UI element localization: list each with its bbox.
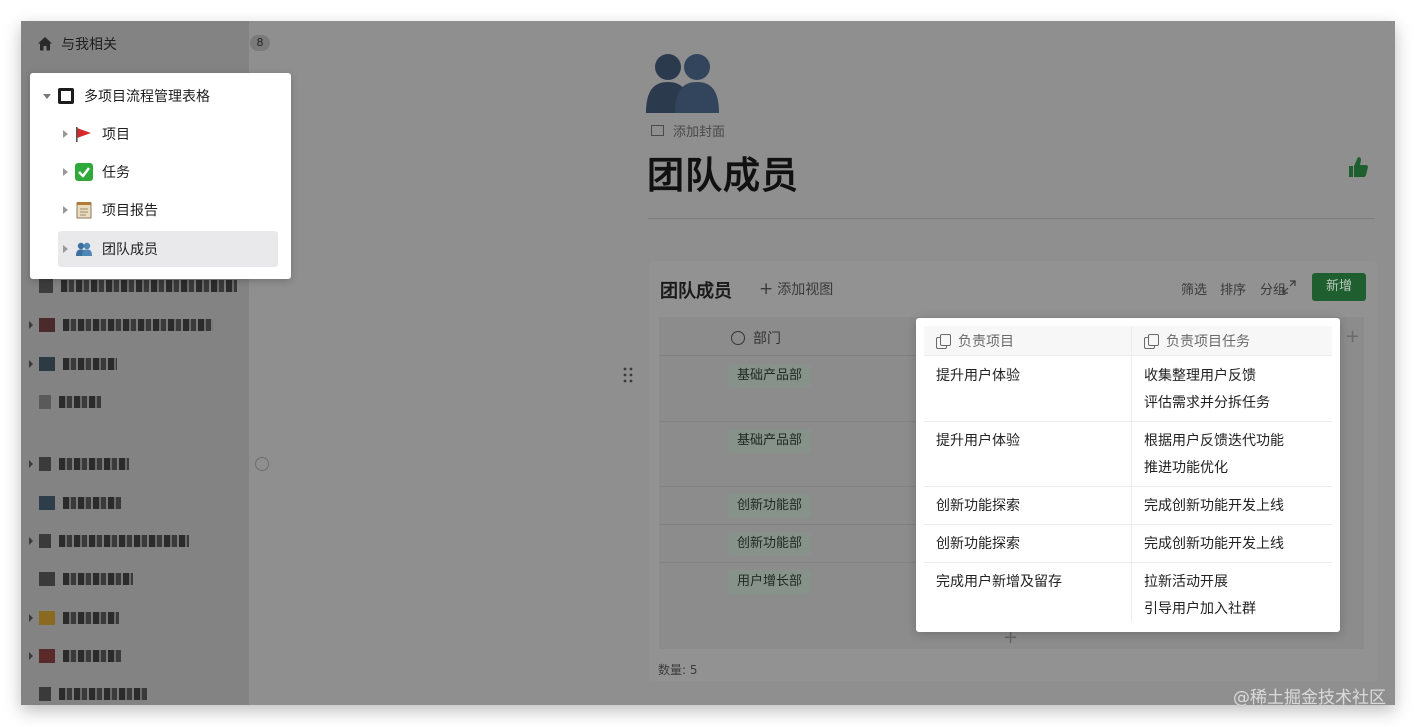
- sidebar-item-label: 与我相关: [61, 37, 117, 53]
- row-divider: [924, 562, 1332, 563]
- collapse-arrow-icon[interactable]: [43, 93, 51, 99]
- sidebar-item-blurred[interactable]: [29, 496, 121, 510]
- app-window: 与我相关 8 添加封面 团队成员 团队成员 + 添加视图 筛选 排序 分组 新增…: [21, 21, 1395, 705]
- project-cell[interactable]: 完成用户新增及留存: [936, 569, 1062, 596]
- project-cell[interactable]: 提升用户体验: [936, 363, 1020, 390]
- new-record-button[interactable]: 新增: [1312, 273, 1366, 301]
- column-header-tasks[interactable]: 负责项目任务: [1144, 326, 1250, 356]
- sidebar-item-blurred[interactable]: [29, 357, 117, 371]
- add-cover-label: 添加封面: [673, 125, 726, 140]
- row-divider: [924, 486, 1332, 487]
- tree-item-label: 团队成员: [102, 242, 158, 258]
- page-tree-popup: 多项目流程管理表格 项目 任务 项目报告 团队成员: [30, 73, 291, 279]
- task-cell[interactable]: 完成创新功能开发上线: [1144, 493, 1284, 520]
- divider: [648, 218, 1375, 219]
- task-cell[interactable]: 根据用户反馈迭代功能: [1144, 428, 1284, 455]
- expand-arrow-icon[interactable]: [63, 206, 68, 214]
- red-flag-icon: [76, 127, 91, 142]
- task-cell[interactable]: 评估需求并分拆任务: [1144, 390, 1270, 417]
- page-title[interactable]: 团队成员: [647, 145, 799, 199]
- tree-item-label: 项目报告: [102, 203, 158, 219]
- task-cell[interactable]: 推进功能优化: [1144, 455, 1228, 482]
- tree-item-label: 项目: [102, 127, 130, 143]
- sort-button[interactable]: 排序: [1220, 279, 1246, 298]
- column-header-label: 部门: [753, 331, 781, 347]
- row-divider: [924, 421, 1332, 422]
- people-icon: [646, 54, 719, 113]
- notepad-icon: [76, 202, 92, 219]
- table-icon: [58, 88, 74, 104]
- sidebar-item-blurred[interactable]: [29, 457, 129, 471]
- add-view-label: 添加视图: [777, 282, 834, 298]
- expand-arrow-icon[interactable]: [63, 130, 68, 138]
- dept-tag[interactable]: 创新功能部: [728, 532, 812, 556]
- project-cell[interactable]: 创新功能探索: [936, 531, 1020, 558]
- sidebar-item-blurred[interactable]: [29, 279, 237, 293]
- dept-tag[interactable]: 创新功能部: [728, 494, 812, 518]
- add-view-button[interactable]: + 添加视图: [759, 279, 833, 299]
- relation-icon: [1144, 334, 1159, 349]
- drag-handle-icon[interactable]: [623, 367, 633, 383]
- plus-icon: +: [759, 279, 774, 299]
- sidebar-item-blurred[interactable]: [29, 611, 119, 625]
- task-cell[interactable]: 完成创新功能开发上线: [1144, 531, 1284, 558]
- record-count: 数量: 5: [658, 663, 698, 677]
- image-icon: [651, 125, 664, 136]
- task-cell[interactable]: 引导用户加入社群: [1144, 596, 1256, 623]
- relation-icon: [936, 334, 951, 349]
- expand-arrow-icon[interactable]: [63, 168, 68, 176]
- tree-item-label: 任务: [102, 165, 130, 181]
- tree-item-team[interactable]: 团队成员: [58, 231, 278, 267]
- check-mark-icon: [75, 163, 93, 181]
- sidebar-item-related[interactable]: 与我相关: [37, 34, 117, 54]
- column-header-label: 负责项目任务: [1166, 334, 1250, 350]
- dept-tag[interactable]: 基础产品部: [728, 429, 812, 453]
- column-header-label: 负责项目: [958, 334, 1014, 350]
- thumbs-up-icon[interactable]: [1346, 155, 1368, 179]
- people-icon: [76, 242, 92, 256]
- add-cover-button[interactable]: 添加封面: [651, 121, 725, 140]
- tree-item-project[interactable]: 项目: [30, 116, 291, 152]
- tree-item-task[interactable]: 任务: [30, 154, 291, 190]
- expand-icon[interactable]: [1282, 280, 1296, 294]
- add-column-button[interactable]: +: [1345, 326, 1360, 347]
- relation-columns-panel: 负责项目 负责项目任务 提升用户体验 收集整理用户反馈 评估需求并分拆任务 提升…: [916, 318, 1340, 632]
- column-header-projects[interactable]: 负责项目: [936, 326, 1014, 356]
- sidebar-item-blurred[interactable]: [29, 649, 121, 663]
- home-icon: [38, 37, 52, 51]
- database-title[interactable]: 团队成员: [660, 277, 732, 303]
- project-cell[interactable]: 提升用户体验: [936, 428, 1020, 455]
- panel-header: 负责项目 负责项目任务: [924, 326, 1332, 356]
- watermark: @稀土掘金技术社区: [1233, 688, 1386, 708]
- column-header-dept[interactable]: 部门: [731, 328, 781, 348]
- sidebar-item-blurred[interactable]: [29, 395, 101, 409]
- dept-tag[interactable]: 用户增长部: [728, 570, 812, 594]
- expand-arrow-icon[interactable]: [63, 245, 68, 253]
- project-cell[interactable]: 创新功能探索: [936, 493, 1020, 520]
- row-divider: [924, 524, 1332, 525]
- sidebar-item-blurred[interactable]: [29, 318, 213, 332]
- dept-tag[interactable]: 基础产品部: [728, 364, 812, 388]
- tree-root-label: 多项目流程管理表格: [84, 89, 210, 105]
- tree-item-report[interactable]: 项目报告: [30, 192, 291, 228]
- task-cell[interactable]: 拉新活动开展: [1144, 569, 1228, 596]
- tree-root-item[interactable]: 多项目流程管理表格: [30, 78, 291, 114]
- status-icon: [731, 331, 745, 345]
- sidebar-item-blurred[interactable]: [29, 572, 133, 586]
- column-divider: [1131, 326, 1132, 622]
- task-cell[interactable]: 收集整理用户反馈: [1144, 363, 1256, 390]
- sidebar-item-blurred[interactable]: [29, 534, 189, 548]
- filter-button[interactable]: 筛选: [1181, 279, 1207, 298]
- sidebar-item-blurred[interactable]: [29, 687, 147, 701]
